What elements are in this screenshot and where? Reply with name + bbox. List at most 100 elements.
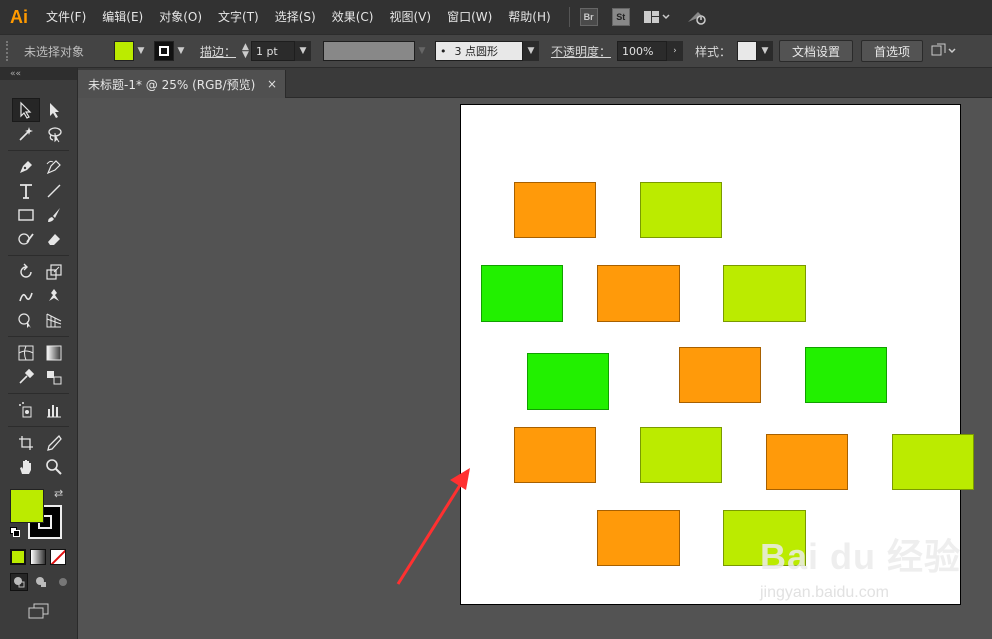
mesh-tool-icon[interactable] <box>12 341 40 365</box>
document-tab[interactable]: 未标题-1* @ 25% (RGB/预览) × <box>78 70 286 98</box>
fill-swatch[interactable] <box>114 41 135 61</box>
menu-divider <box>568 7 570 27</box>
column-graph-tool-icon[interactable] <box>40 398 68 422</box>
gradient-tool-icon[interactable] <box>40 341 68 365</box>
eraser-tool-icon[interactable] <box>40 227 68 251</box>
hand-tool-icon[interactable] <box>12 455 40 479</box>
toolbox-divider <box>8 336 69 337</box>
menu-edit[interactable]: 编辑(E) <box>94 0 151 34</box>
line-segment-tool-icon[interactable] <box>40 179 68 203</box>
menu-effect[interactable]: 效果(C) <box>324 0 382 34</box>
puppet-warp-tool-icon[interactable] <box>40 284 68 308</box>
rectangle-shape[interactable] <box>766 434 848 490</box>
color-mode-icon[interactable] <box>10 549 26 565</box>
rectangle-shape[interactable] <box>597 510 680 566</box>
gradient-mode-icon[interactable] <box>30 549 46 565</box>
rectangle-shape[interactable] <box>640 427 722 483</box>
rectangle-shape[interactable] <box>723 265 806 322</box>
perspective-grid-tool-icon[interactable] <box>40 308 68 332</box>
stroke-weight-field[interactable]: 1 pt <box>250 41 295 61</box>
menu-file[interactable]: 文件(F) <box>38 0 94 34</box>
menu-window[interactable]: 窗口(W) <box>439 0 500 34</box>
opacity-field[interactable]: 100% <box>616 41 667 61</box>
none-mode-icon[interactable] <box>50 549 66 565</box>
magic-wand-tool-icon[interactable] <box>12 122 40 146</box>
rectangle-shape[interactable] <box>527 353 609 410</box>
rectangle-shape[interactable] <box>679 347 761 403</box>
rectangle-tool-icon[interactable] <box>12 203 40 227</box>
rectangle-shape[interactable] <box>481 265 563 322</box>
graphic-style-swatch[interactable] <box>736 41 757 61</box>
brush-dot-icon: • <box>439 44 447 58</box>
stroke-stepper-icon[interactable]: ▲ ▼ <box>242 43 249 60</box>
menu-view[interactable]: 视图(V) <box>381 0 439 34</box>
opacity-arrow-icon[interactable]: › <box>666 41 683 61</box>
default-colors-icon[interactable] <box>10 527 20 537</box>
warp-tool-icon[interactable] <box>12 284 40 308</box>
watermark-main: Bai du 经验 <box>760 536 962 577</box>
tools-panel: «« ⇄ <box>0 68 78 639</box>
symbol-sprayer-tool-icon[interactable] <box>12 398 40 422</box>
shaper-tool-icon[interactable] <box>12 227 40 251</box>
stroke-dropdown-icon[interactable]: ▼ <box>174 41 188 61</box>
fill-dropdown-icon[interactable]: ▼ <box>134 41 148 61</box>
preferences-button[interactable]: 首选项 <box>861 40 924 62</box>
brush-definition-field[interactable]: • 3 点圆形 <box>434 41 523 61</box>
lasso-tool-icon[interactable] <box>40 122 68 146</box>
gpu-performance-icon[interactable] <box>686 8 708 26</box>
rectangle-shape[interactable] <box>514 182 596 238</box>
bridge-button[interactable]: Br <box>579 8 598 26</box>
variable-width-profile[interactable] <box>322 41 415 61</box>
close-icon[interactable]: × <box>267 77 277 91</box>
eyedropper-tool-icon[interactable] <box>12 365 40 389</box>
app-logo: Ai <box>10 6 28 27</box>
screen-mode-icon[interactable] <box>28 603 50 619</box>
shape-builder-tool-icon[interactable] <box>12 308 40 332</box>
draw-behind-icon[interactable] <box>32 573 50 591</box>
menu-select[interactable]: 选择(S) <box>267 0 324 34</box>
rotate-tool-icon[interactable] <box>12 260 40 284</box>
stroke-weight-value: 1 pt <box>255 44 278 58</box>
document-setup-button[interactable]: 文档设置 <box>778 40 853 62</box>
menu-help[interactable]: 帮助(H) <box>500 0 558 34</box>
draw-normal-icon[interactable] <box>10 573 28 591</box>
zoom-tool-icon[interactable] <box>40 455 68 479</box>
rectangle-shape[interactable] <box>805 347 887 403</box>
stock-button[interactable]: St <box>611 8 630 26</box>
workspace-layout-icon[interactable] <box>643 10 670 24</box>
paintbrush-tool-icon[interactable] <box>40 203 68 227</box>
brush-profile-value: 3 点圆形 <box>454 45 498 58</box>
stroke-label[interactable]: 描边： <box>200 43 236 60</box>
brush-dropdown-icon[interactable]: ▼ <box>522 41 539 61</box>
stroke-swatch[interactable] <box>154 41 175 61</box>
blend-tool-icon[interactable] <box>40 365 68 389</box>
profile-dropdown-icon[interactable]: ▼ <box>415 41 429 61</box>
panel-grip[interactable] <box>6 41 12 61</box>
rectangle-shape[interactable] <box>597 265 680 322</box>
direct-selection-tool-icon[interactable] <box>40 98 68 122</box>
menu-type[interactable]: 文字(T) <box>210 0 267 34</box>
style-dropdown-icon[interactable]: ▼ <box>756 41 773 61</box>
rectangle-shape[interactable] <box>892 434 974 490</box>
scale-tool-icon[interactable] <box>40 260 68 284</box>
pen-tool-icon[interactable] <box>12 155 40 179</box>
fill-color-swatch[interactable] <box>10 489 44 523</box>
menu-object[interactable]: 对象(O) <box>151 0 210 34</box>
stroke-weight-dropdown-icon[interactable]: ▼ <box>294 41 311 61</box>
tools-collapse[interactable]: «« <box>0 68 77 80</box>
draw-inside-icon[interactable] <box>54 573 72 591</box>
arrange-documents-icon[interactable] <box>931 43 957 59</box>
slice-tool-icon[interactable] <box>40 431 68 455</box>
toolbox-divider <box>8 393 69 394</box>
artboard-tool-icon[interactable] <box>12 431 40 455</box>
curvature-tool-icon[interactable] <box>40 155 68 179</box>
type-tool-icon[interactable] <box>12 179 40 203</box>
rectangle-shape[interactable] <box>640 182 722 238</box>
opacity-value: 100% <box>621 44 654 58</box>
opacity-label[interactable]: 不透明度： <box>551 43 611 60</box>
rectangle-shape[interactable] <box>514 427 596 483</box>
menu-bar: Ai 文件(F) 编辑(E) 对象(O) 文字(T) 选择(S) 效果(C) 视… <box>0 0 992 34</box>
swap-colors-icon[interactable]: ⇄ <box>54 487 63 500</box>
toolbox-divider <box>8 255 69 256</box>
selection-tool-icon[interactable] <box>12 98 40 122</box>
